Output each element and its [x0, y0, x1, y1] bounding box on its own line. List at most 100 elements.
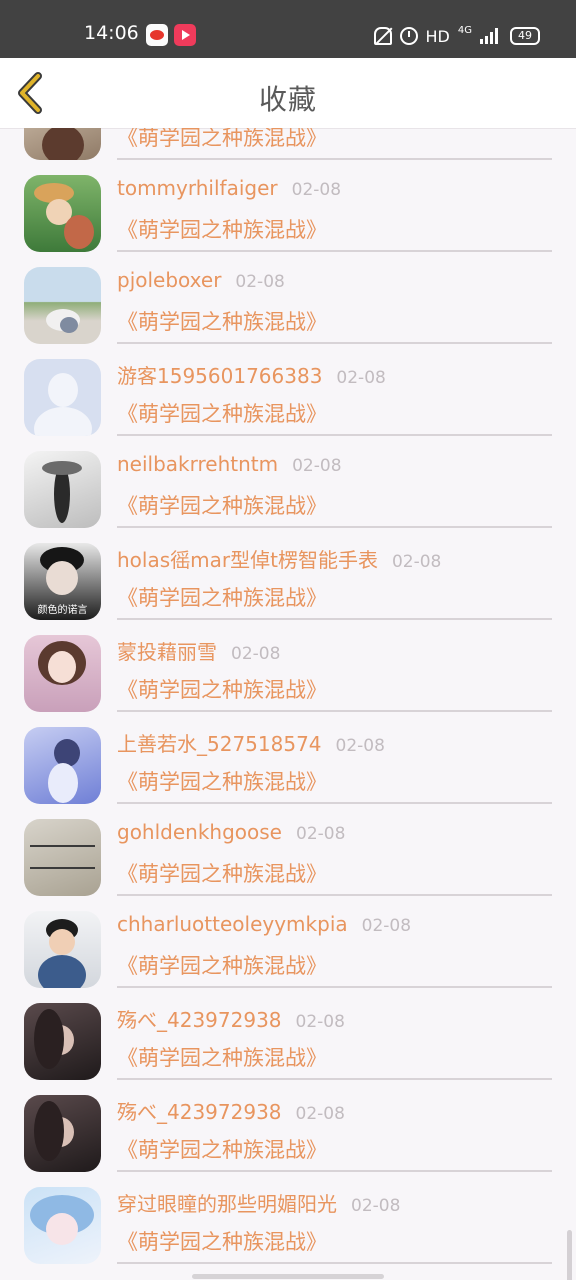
divider	[117, 802, 552, 804]
favorite-date: 02-08	[295, 1104, 345, 1124]
video-app-icon	[174, 24, 196, 46]
status-time: 14:06	[84, 22, 139, 44]
avatar[interactable]	[24, 128, 101, 160]
favorite-item[interactable]: tommyrhilfaiger 02-08 《萌学园之种族混战》	[0, 164, 576, 256]
username[interactable]: neilbakrrehtntm	[117, 452, 278, 476]
page-title: 收藏	[258, 83, 317, 116]
favorite-date: 02-08	[231, 644, 281, 664]
scrollbar[interactable]	[567, 1230, 572, 1280]
book-title[interactable]: 《萌学园之种族混战》	[117, 1134, 327, 1164]
signal-icon	[480, 28, 502, 44]
avatar[interactable]: 颜色的诺言	[24, 543, 101, 620]
book-title[interactable]: 《萌学园之种族混战》	[117, 582, 327, 612]
avatar[interactable]	[24, 175, 101, 252]
favorite-date: 02-08	[235, 272, 285, 292]
favorite-item[interactable]: 蒙投藉丽雪 02-08 《萌学园之种族混战》	[0, 624, 576, 716]
divider	[117, 158, 552, 160]
username[interactable]: 殇べ_423972938	[117, 1100, 282, 1124]
favorite-date: 02-08	[391, 552, 442, 572]
avatar[interactable]	[24, 1003, 101, 1080]
username[interactable]: chharluotteoleyymkpia	[117, 912, 348, 936]
user-line: chharluotteoleyymkpia 02-08	[117, 912, 411, 936]
alarm-icon	[399, 27, 418, 45]
divider	[117, 894, 552, 896]
favorite-date: 02-08	[361, 916, 412, 936]
divider	[117, 618, 552, 620]
avatar[interactable]	[24, 359, 101, 436]
network-gen: 4G	[457, 24, 472, 36]
favorite-item[interactable]: gohldenkhgoose 02-08 《萌学园之种族混战》	[0, 808, 576, 900]
favorite-item[interactable]: 阿巴_92887781802-08《萌学园之种族混战》	[0, 128, 576, 164]
avatar[interactable]	[24, 1187, 101, 1264]
favorite-date: 02-08	[292, 456, 342, 476]
avatar[interactable]	[24, 451, 101, 528]
divider	[117, 986, 552, 988]
username[interactable]: 上善若水_527518574	[117, 732, 322, 756]
book-title[interactable]: 《萌学园之种族混战》	[117, 1226, 327, 1256]
divider	[117, 710, 552, 712]
book-title[interactable]: 《萌学园之种族混战》	[117, 398, 327, 428]
favorite-date: 02-08	[336, 368, 386, 388]
avatar[interactable]	[24, 635, 101, 712]
divider	[117, 342, 552, 344]
username[interactable]: 殇べ_423972938	[117, 1008, 282, 1032]
book-title[interactable]: 《萌学园之种族混战》	[117, 858, 327, 888]
username[interactable]: tommyrhilfaiger	[117, 176, 278, 200]
book-title[interactable]: 《萌学园之种族混战》	[117, 766, 327, 796]
favorite-date: 02-08	[291, 180, 342, 200]
favorite-item[interactable]: 殇べ_423972938 02-08 《萌学园之种族混战》	[0, 992, 576, 1084]
avatar[interactable]	[24, 267, 101, 344]
username[interactable]: holas徭mar型倬t楞智能手表	[117, 548, 378, 572]
favorite-item[interactable]: 颜色的诺言 holas徭mar型倬t楞智能手表 02-08 《萌学园之种族混战》	[0, 532, 576, 624]
favorite-item[interactable]: chharluotteoleyymkpia 02-08 《萌学园之种族混战》	[0, 900, 576, 992]
status-indicators: HD 4G 49	[373, 24, 540, 48]
user-line: 殇べ_423972938 02-08	[117, 1096, 345, 1125]
divider	[117, 1262, 552, 1264]
favorite-item[interactable]: 殇べ_423972938 02-08 《萌学园之种族混战》	[0, 1084, 576, 1176]
user-line: 游客1595601766383 02-08	[117, 360, 386, 389]
weibo-icon	[146, 24, 168, 46]
divider	[117, 434, 552, 436]
username[interactable]: pjoleboxer	[117, 268, 221, 292]
username[interactable]: 穿过眼瞳的那些明媚阳光	[117, 1192, 337, 1216]
user-line: 蒙投藉丽雪 02-08	[117, 636, 280, 665]
user-line: 穿过眼瞳的那些明媚阳光 02-08	[117, 1188, 400, 1217]
avatar[interactable]	[24, 911, 101, 988]
book-title[interactable]: 《萌学园之种族混战》	[117, 950, 327, 980]
divider	[117, 1170, 552, 1172]
user-line: gohldenkhgoose 02-08	[117, 820, 345, 844]
book-title[interactable]: 《萌学园之种族混战》	[117, 1042, 327, 1072]
book-title[interactable]: 《萌学园之种族混战》	[117, 306, 327, 336]
username[interactable]: 游客1595601766383	[117, 364, 322, 388]
favorite-item[interactable]: 穿过眼瞳的那些明媚阳光 02-08 《萌学园之种族混战》	[0, 1176, 576, 1268]
user-line: 殇べ_423972938 02-08	[117, 1004, 345, 1033]
user-line: 上善若水_527518574 02-08	[117, 728, 385, 757]
bell-muted-icon	[373, 27, 392, 45]
avatar[interactable]	[24, 727, 101, 804]
book-title[interactable]: 《萌学园之种族混战》	[117, 128, 327, 152]
favorite-date: 02-08	[295, 1012, 345, 1032]
book-title[interactable]: 《萌学园之种族混战》	[117, 214, 327, 244]
favorite-item[interactable]: neilbakrrehtntm 02-08 《萌学园之种族混战》	[0, 440, 576, 532]
avatar[interactable]	[24, 819, 101, 896]
user-line: tommyrhilfaiger 02-08	[117, 176, 341, 200]
favorites-list[interactable]: 阿巴_92887781802-08《萌学园之种族混战》tommyrhilfaig…	[0, 128, 576, 1280]
user-line: pjoleboxer 02-08	[117, 268, 285, 292]
book-title[interactable]: 《萌学园之种族混战》	[117, 490, 327, 520]
title-bar: 收藏	[0, 58, 576, 129]
favorite-item[interactable]: 上善若水_527518574 02-08 《萌学园之种族混战》	[0, 716, 576, 808]
favorite-item[interactable]: pjoleboxer 02-08 《萌学园之种族混战》	[0, 256, 576, 348]
home-indicator[interactable]	[192, 1274, 384, 1279]
divider	[117, 1078, 552, 1080]
user-line: holas徭mar型倬t楞智能手表 02-08	[117, 544, 441, 573]
avatar-caption: 颜色的诺言	[37, 605, 88, 616]
username[interactable]: 蒙投藉丽雪	[117, 640, 217, 664]
battery-icon: 49	[510, 27, 540, 45]
book-title[interactable]: 《萌学园之种族混战》	[117, 674, 327, 704]
favorite-date: 02-08	[351, 1196, 401, 1216]
favorite-date: 02-08	[335, 736, 385, 756]
status-bar: 14:06 HD 4G 49	[0, 0, 576, 58]
avatar[interactable]	[24, 1095, 101, 1172]
favorite-item[interactable]: 游客1595601766383 02-08 《萌学园之种族混战》	[0, 348, 576, 440]
username[interactable]: gohldenkhgoose	[117, 820, 282, 844]
